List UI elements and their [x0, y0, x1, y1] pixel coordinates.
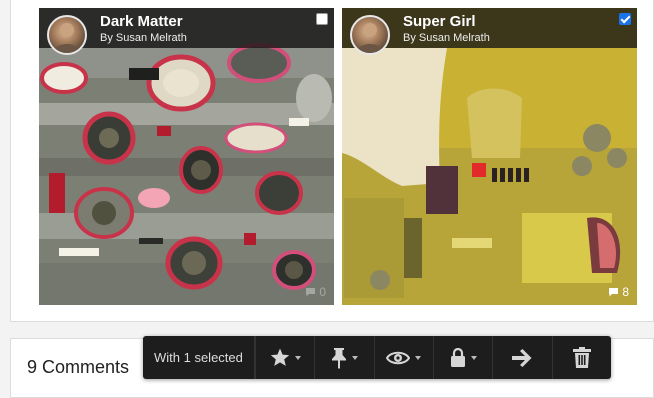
lock-button[interactable]: [432, 336, 492, 379]
card-title[interactable]: Dark Matter: [100, 13, 183, 30]
comment-count: 8: [622, 285, 629, 299]
move-button[interactable]: [492, 336, 551, 379]
star-icon: [270, 348, 289, 366]
card-byline[interactable]: By Susan Melrath: [403, 32, 490, 44]
pin-button[interactable]: [314, 336, 373, 379]
lock-icon: [450, 347, 465, 367]
pin-icon: [331, 347, 346, 369]
select-checkbox[interactable]: [619, 13, 631, 25]
arrow-right-icon: [512, 348, 532, 367]
artwork-card-dark-matter[interactable]: Dark Matter By Susan Melrath 0: [39, 8, 334, 305]
card-header: Super Girl By Susan Melrath: [342, 8, 637, 55]
comment-count-badge[interactable]: 8: [608, 285, 629, 299]
chevron-down-icon: [294, 355, 301, 360]
chevron-down-icon: [470, 355, 477, 360]
selection-count-label: With 1 selected: [143, 336, 255, 379]
card-byline[interactable]: By Susan Melrath: [100, 32, 187, 44]
gallery-panel: Dark Matter By Susan Melrath 0 Super Gir…: [10, 0, 654, 322]
artist-avatar[interactable]: [350, 15, 390, 55]
delete-button[interactable]: [551, 336, 611, 379]
artist-avatar[interactable]: [47, 15, 87, 55]
feature-button[interactable]: [254, 336, 314, 379]
chevron-down-icon: [351, 355, 358, 360]
comment-count-badge[interactable]: 0: [305, 285, 326, 299]
comment-count: 0: [319, 285, 326, 299]
select-checkbox[interactable]: [316, 13, 328, 25]
card-header: Dark Matter By Susan Melrath: [39, 8, 334, 55]
eye-icon: [386, 351, 411, 364]
artwork-image-super-girl[interactable]: [342, 8, 637, 305]
comments-heading: 9 Comments: [27, 357, 130, 377]
artwork-card-super-girl[interactable]: Super Girl By Susan Melrath 8: [342, 8, 637, 305]
bulk-action-toolbar: With 1 selected: [143, 336, 611, 379]
chevron-down-icon: [415, 355, 422, 360]
trash-icon: [572, 347, 591, 368]
visibility-button[interactable]: [373, 336, 433, 379]
comment-icon: [306, 288, 316, 297]
card-title[interactable]: Super Girl: [403, 13, 476, 30]
artwork-image-dark-matter[interactable]: [39, 8, 334, 305]
comment-icon: [609, 288, 619, 297]
